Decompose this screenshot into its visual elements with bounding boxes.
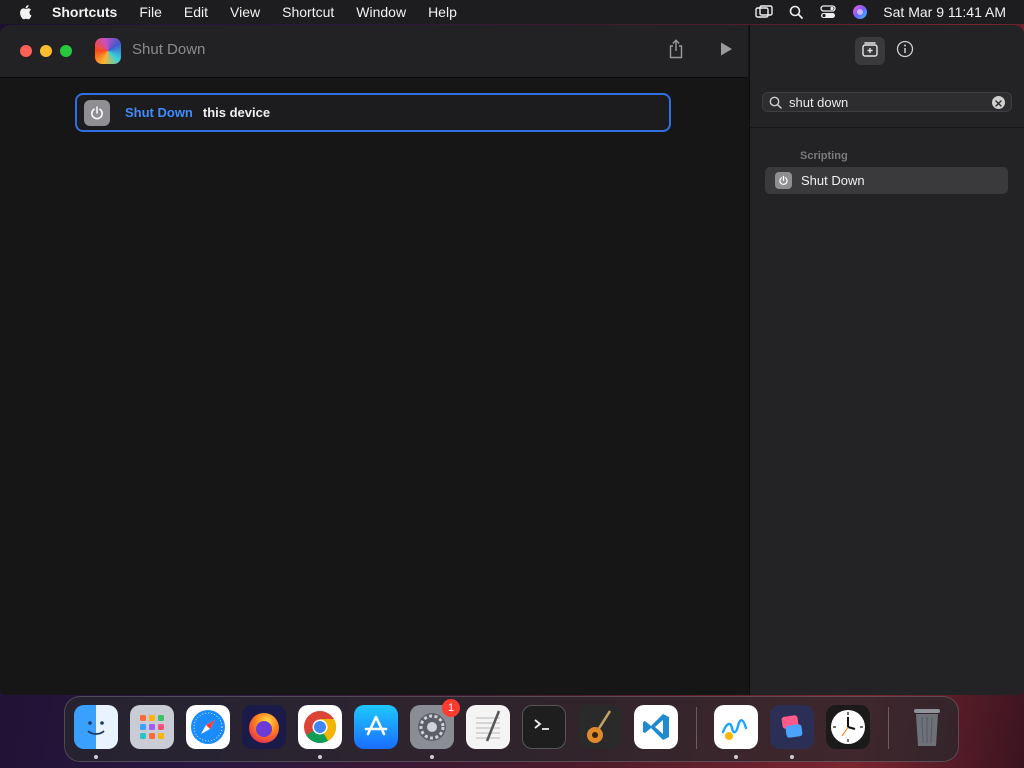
- menu-clock[interactable]: Sat Mar 9 11:41 AM: [883, 4, 1006, 20]
- action-sidebar: Scripting Shut Down: [749, 25, 1024, 695]
- menu-help[interactable]: Help: [428, 4, 457, 20]
- dock-chrome[interactable]: [298, 705, 342, 759]
- menu-bar: Shortcuts File Edit View Shortcut Window…: [0, 0, 1024, 24]
- action-parameter-device[interactable]: this device: [203, 105, 270, 120]
- notification-badge: 1: [442, 699, 460, 717]
- chrome-icon: [304, 711, 337, 744]
- dock-trash[interactable]: [905, 705, 949, 749]
- close-icon: [995, 94, 1002, 112]
- info-icon: [896, 40, 914, 63]
- search-result-shut-down[interactable]: Shut Down: [765, 167, 1008, 194]
- apple-logo-icon[interactable]: [18, 4, 34, 20]
- spotlight-search-icon[interactable]: [787, 4, 805, 20]
- dock-firefox[interactable]: [242, 705, 286, 749]
- menu-app-name[interactable]: Shortcuts: [52, 4, 117, 20]
- search-icon: [769, 95, 783, 109]
- screen-mirroring-icon[interactable]: [755, 4, 773, 20]
- dock-terminal[interactable]: [522, 705, 566, 749]
- dock-vscode[interactable]: [634, 705, 678, 749]
- tab-details[interactable]: [890, 37, 920, 65]
- shortcuts-icon: [781, 715, 803, 738]
- share-icon: [668, 38, 684, 64]
- dock-garageband[interactable]: [578, 705, 622, 749]
- running-indicator: [430, 755, 434, 759]
- menu-view[interactable]: View: [230, 4, 260, 20]
- dock-finder[interactable]: [74, 705, 118, 759]
- trash-icon: [914, 709, 940, 746]
- menu-file[interactable]: File: [139, 4, 162, 20]
- dock-clock[interactable]: [826, 705, 870, 749]
- tab-action-library[interactable]: [855, 37, 885, 65]
- close-button[interactable]: [20, 45, 32, 57]
- dock-separator: [888, 707, 889, 749]
- dock-safari[interactable]: [186, 705, 230, 749]
- running-indicator: [734, 755, 738, 759]
- running-indicator: [318, 755, 322, 759]
- action-block-shut-down[interactable]: Shut Down this device: [75, 93, 671, 132]
- app-store-icon: [364, 715, 388, 736]
- dock: 1: [64, 696, 959, 762]
- running-indicator: [94, 755, 98, 759]
- action-library-icon: [861, 40, 879, 63]
- share-button[interactable]: [664, 38, 688, 64]
- action-search-field[interactable]: [762, 92, 1012, 112]
- play-icon: [719, 41, 733, 62]
- zoom-button[interactable]: [60, 45, 72, 57]
- minimize-button[interactable]: [40, 45, 52, 57]
- search-result-label: Shut Down: [801, 173, 865, 188]
- sidebar-toolbar: [750, 25, 1024, 77]
- textedit-icon: [476, 710, 501, 742]
- safari-icon: [191, 710, 225, 744]
- dock-system-settings[interactable]: 1: [410, 699, 460, 759]
- shortcut-editor: Shut Down this device: [0, 78, 748, 695]
- action-name: Shut Down: [125, 105, 193, 120]
- freeform-icon: [721, 719, 748, 740]
- dock-freeform[interactable]: [714, 705, 758, 759]
- sidebar-divider: [750, 127, 1024, 128]
- run-button[interactable]: [714, 39, 738, 63]
- window-title[interactable]: Shut Down: [132, 41, 205, 58]
- launchpad-icon: [140, 715, 164, 739]
- power-icon: [775, 172, 792, 189]
- control-center-icon[interactable]: [819, 4, 837, 20]
- power-icon: [84, 99, 110, 126]
- dock-launchpad[interactable]: [130, 705, 174, 749]
- siri-icon[interactable]: [851, 4, 869, 20]
- finder-icon: [87, 721, 105, 735]
- menu-shortcut[interactable]: Shortcut: [282, 4, 334, 20]
- window-controls: [20, 45, 72, 57]
- firefox-icon: [249, 713, 279, 743]
- dock-separator: [696, 707, 697, 749]
- section-header-scripting: Scripting: [800, 150, 848, 162]
- search-input[interactable]: [789, 94, 984, 110]
- running-indicator: [790, 755, 794, 759]
- clock-icon: [831, 710, 865, 744]
- shortcut-icon[interactable]: [95, 38, 121, 64]
- guitar-icon: [587, 710, 612, 743]
- menu-window[interactable]: Window: [356, 4, 406, 20]
- clear-search-button[interactable]: [992, 96, 1005, 109]
- vscode-icon: [643, 714, 669, 740]
- menu-edit[interactable]: Edit: [184, 4, 208, 20]
- shortcuts-window: Shut Down Shut Down this device shut dow…: [0, 25, 1024, 695]
- terminal-icon: [534, 719, 549, 730]
- dock-textedit[interactable]: [466, 705, 510, 749]
- title-bar: Shut Down: [0, 25, 748, 78]
- dock-app-store[interactable]: [354, 705, 398, 749]
- dock-shortcuts[interactable]: [770, 705, 814, 759]
